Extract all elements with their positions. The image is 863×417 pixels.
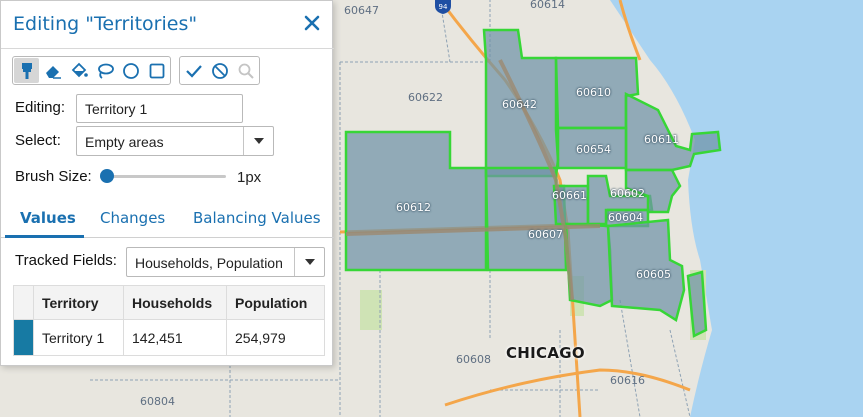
territory-name-cell: Territory 1	[33, 319, 124, 356]
zip-label-60661: 60661	[552, 189, 587, 202]
cancel-icon	[211, 62, 228, 79]
tab-balancing-values[interactable]: Balancing Values	[193, 209, 321, 227]
action-tool-group	[179, 56, 260, 85]
column-header-population: Population	[226, 285, 325, 320]
rectangle-select-icon	[149, 63, 164, 78]
brush-size-label: Brush Size:	[15, 168, 92, 185]
table-header-row: Territory Households Population	[13, 285, 325, 320]
eraser-icon	[45, 65, 61, 79]
circle-tool-button[interactable]	[118, 58, 143, 83]
zip-label-60804: 60804	[140, 395, 175, 408]
zip-label-60622: 60622	[408, 91, 443, 104]
panel-title: Editing "Territories"	[13, 13, 198, 35]
zip-label-60616: 60616	[610, 374, 645, 387]
edit-toolbar	[12, 56, 260, 86]
select-mode-dropdown[interactable]: Empty areas	[76, 126, 274, 156]
zip-label-60642: 60642	[502, 98, 537, 111]
eraser-tool-button[interactable]	[40, 58, 65, 83]
interstate-94-shield: 94	[433, 0, 453, 14]
check-icon	[185, 64, 202, 78]
fill-icon	[71, 62, 88, 77]
brush-icon	[21, 62, 32, 79]
zip-label-60647: 60647	[344, 4, 379, 17]
zip-label-60602: 60602	[610, 187, 645, 200]
tab-values[interactable]: Values	[20, 209, 76, 227]
tracked-fields-dropdown[interactable]: Households, Population	[126, 247, 325, 277]
column-header-households: Households	[123, 285, 227, 320]
cancel-edit-button[interactable]	[207, 58, 232, 83]
brush-tool-button[interactable]	[14, 58, 39, 83]
table-row[interactable]: Territory 1 142,451 254,979	[13, 319, 325, 356]
territory-values-table: Territory Households Population Territor…	[13, 285, 325, 356]
brush-size-thumb[interactable]	[100, 169, 114, 183]
lasso-tool-button[interactable]	[92, 58, 117, 83]
zip-label-60654: 60654	[576, 143, 611, 156]
rectangle-tool-button[interactable]	[144, 58, 169, 83]
zip-label-60614: 60614	[530, 0, 565, 11]
apply-button[interactable]	[181, 58, 206, 83]
panel-tabs: Values Changes Balancing Values	[1, 201, 334, 238]
search-button[interactable]	[233, 58, 258, 83]
households-cell: 142,451	[123, 319, 227, 356]
chevron-down-icon[interactable]	[243, 127, 273, 155]
editing-label: Editing:	[15, 99, 66, 116]
zip-label-60605: 60605	[636, 268, 671, 281]
select-tool-group	[12, 56, 171, 85]
tracked-fields-value: Households, Population	[135, 255, 283, 271]
select-mode-value: Empty areas	[85, 134, 164, 150]
tracked-fields-label: Tracked Fields:	[15, 252, 117, 269]
zip-label-60604: 60604	[608, 211, 643, 224]
zip-label-60608: 60608	[456, 353, 491, 366]
color-column-header	[13, 285, 34, 320]
zip-label-60607: 60607	[528, 228, 563, 241]
close-button[interactable]	[302, 13, 322, 33]
chevron-down-icon[interactable]	[294, 248, 324, 276]
population-cell: 254,979	[226, 319, 325, 356]
lasso-icon	[97, 63, 114, 79]
city-label-chicago: CHICAGO	[506, 344, 585, 362]
circle-select-icon	[122, 62, 139, 79]
brush-size-value: 1px	[237, 169, 262, 186]
select-label: Select:	[15, 132, 61, 149]
svg-text:94: 94	[439, 3, 448, 11]
active-tab-indicator	[5, 235, 84, 238]
territory-color-swatch	[14, 320, 33, 355]
zip-label-60611: 60611	[644, 133, 679, 146]
editing-panel: Editing "Territories" Editing: Territory…	[0, 0, 334, 366]
territory-color-cell	[13, 319, 34, 356]
search-icon	[238, 63, 254, 79]
close-icon[interactable]	[302, 13, 322, 33]
panel-header: Editing "Territories"	[1, 1, 334, 49]
fill-tool-button[interactable]	[66, 58, 91, 83]
column-header-territory: Territory	[33, 285, 124, 320]
zip-label-60612: 60612	[396, 201, 431, 214]
tab-changes[interactable]: Changes	[100, 209, 165, 227]
zip-label-60610: 60610	[576, 86, 611, 99]
brush-size-slider[interactable]	[106, 175, 226, 178]
territory-name-input[interactable]	[76, 94, 243, 123]
